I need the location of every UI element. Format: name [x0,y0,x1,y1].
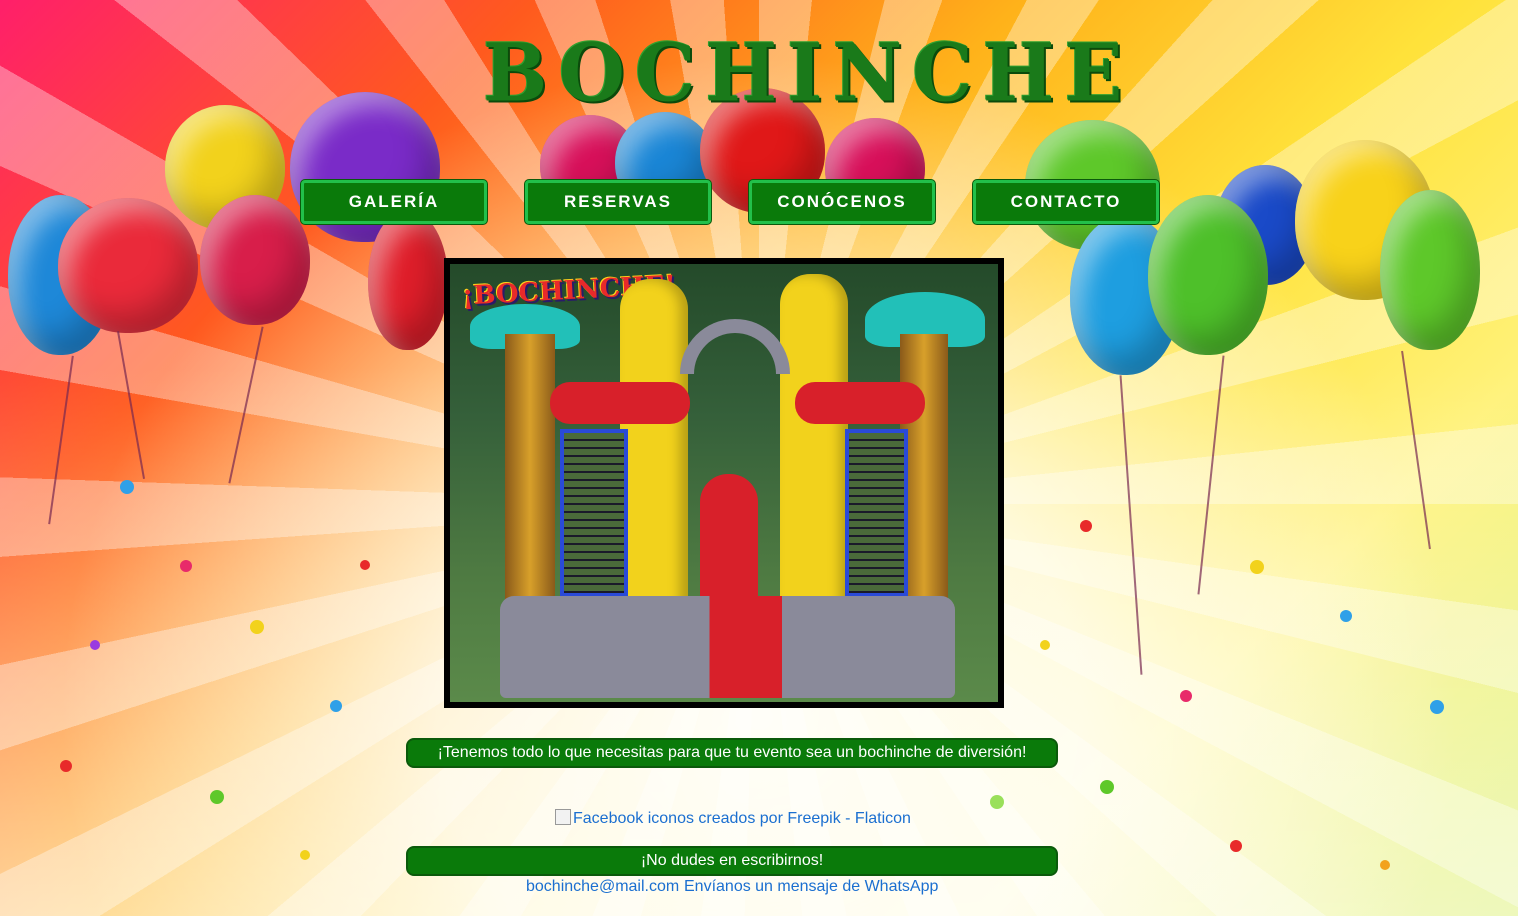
castle-net [560,429,628,597]
nav-conocenos-button[interactable]: CONÓCENOS [749,180,935,224]
balloon-decoration [200,195,310,325]
nav-contacto-button[interactable]: CONTACTO [973,180,1159,224]
cta-banner: ¡No dudes en escribirnos! [406,846,1058,876]
facebook-link[interactable]: Facebook iconos creados por Freepik - Fl… [555,809,911,828]
confetti [1380,860,1390,870]
castle-base [500,596,955,698]
confetti [250,620,264,634]
facebook-link-text: Facebook iconos creados por Freepik - Fl… [573,810,911,827]
confetti [300,850,310,860]
confetti [990,795,1004,809]
tagline-banner: ¡Tenemos todo lo que necesitas para que … [406,738,1058,768]
confetti [1430,700,1444,714]
castle-tower [780,274,848,619]
confetti [360,560,370,570]
confetti [120,480,134,494]
whatsapp-link[interactable]: Envíanos un mensaje de WhatsApp [684,878,938,896]
confetti [1080,520,1092,532]
confetti [330,700,342,712]
confetti [210,790,224,804]
confetti [180,560,192,572]
confetti [1340,610,1352,622]
email-link[interactable]: bochinche@mail.com [526,878,679,896]
castle-column [505,334,555,604]
nav-galeria-button[interactable]: GALERÍA [301,180,487,224]
balloon-decoration [368,210,448,350]
confetti [1180,690,1192,702]
hero-image: ¡BOCHINCHE! [444,258,1004,708]
castle-net [845,429,908,597]
confetti [90,640,100,650]
castle-bumper [550,382,690,424]
balloon-decoration [1148,195,1268,355]
castle-arch [680,319,790,374]
site-logo[interactable]: BOCHINCHE [483,27,1122,118]
confetti [1100,780,1114,794]
broken-image-icon [555,809,571,825]
castle-tower [620,279,688,619]
nav-reservas-button[interactable]: RESERVAS [525,180,711,224]
castle-bumper [795,382,925,424]
bouncy-castle-photo: ¡BOCHINCHE! [450,264,998,702]
confetti [60,760,72,772]
confetti [1040,640,1050,650]
balloon-decoration [58,198,198,333]
confetti [1230,840,1242,852]
balloon-decoration [1380,190,1480,350]
confetti [1250,560,1264,574]
